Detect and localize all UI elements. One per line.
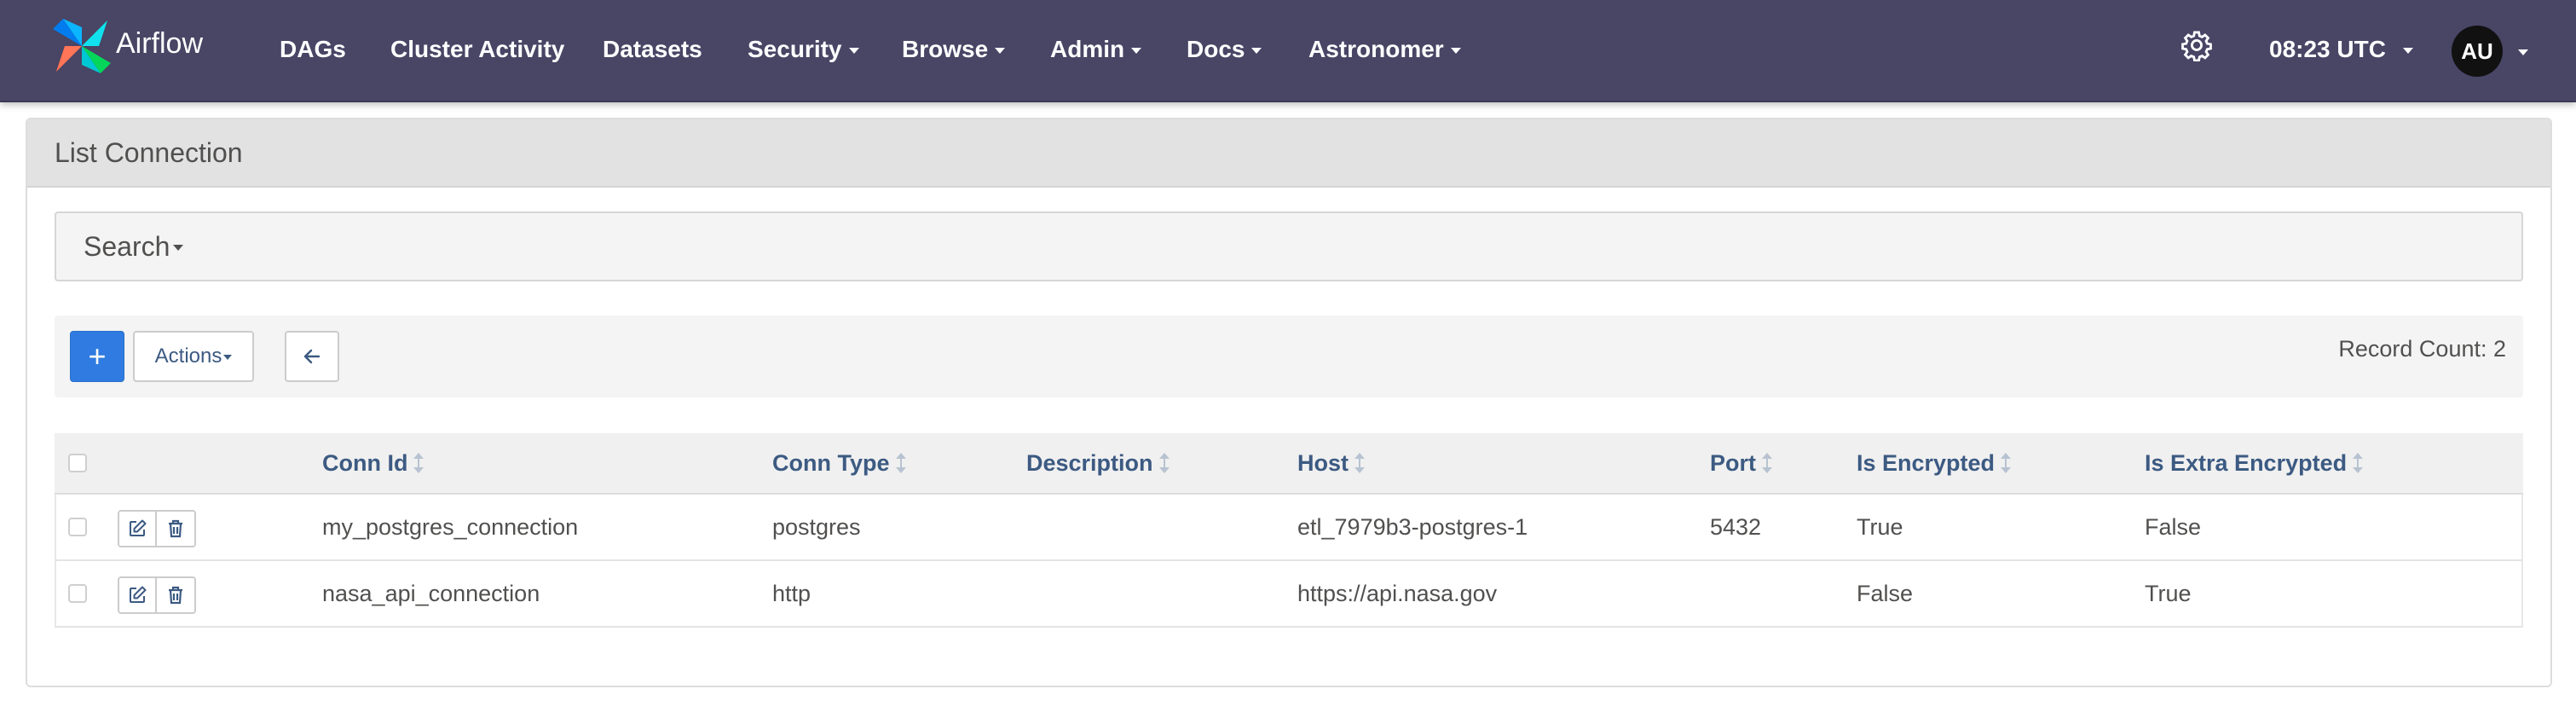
cell-host: etl_7979b3-postgres-1 bbox=[1297, 513, 1528, 540]
nav-dags[interactable]: DAGs bbox=[280, 32, 346, 67]
table-row: nasa_api_connection http https://api.nas… bbox=[55, 561, 2523, 628]
edit-icon bbox=[130, 586, 147, 603]
column-header-description[interactable]: Description bbox=[1026, 433, 1170, 493]
back-button[interactable] bbox=[285, 331, 339, 382]
nav-cluster-activity-label: Cluster Activity bbox=[390, 36, 565, 62]
nav-docs-label: Docs bbox=[1187, 36, 1245, 62]
page-title: List Connection bbox=[55, 136, 243, 168]
plus-icon: + bbox=[88, 339, 107, 373]
select-all-cell bbox=[68, 433, 87, 493]
add-record-button[interactable]: + bbox=[70, 331, 124, 382]
column-header-port[interactable]: Port bbox=[1710, 433, 1773, 493]
caret-down-icon bbox=[2402, 47, 2413, 54]
airflow-logo-icon bbox=[53, 19, 111, 73]
column-label: Conn Id bbox=[322, 449, 408, 476]
select-all-checkbox[interactable] bbox=[68, 454, 87, 472]
cell-is-encrypted: True bbox=[1857, 513, 1903, 540]
user-avatar[interactable]: AU bbox=[2452, 26, 2503, 77]
caret-down-icon bbox=[1251, 47, 1262, 54]
trash-icon bbox=[169, 519, 182, 538]
column-label: Is Encrypted bbox=[1857, 449, 1996, 476]
action-bar: + Actions Record Count: 2 bbox=[55, 316, 2523, 397]
cell-conn-id: my_postgres_connection bbox=[322, 513, 579, 540]
caret-down-icon bbox=[223, 355, 233, 360]
nav-docs-dropdown[interactable]: Docs bbox=[1187, 32, 1262, 67]
column-label: Is Extra Encrypted bbox=[2145, 449, 2348, 476]
sort-icon bbox=[1354, 453, 1365, 473]
search-panel: Search bbox=[55, 211, 2523, 281]
delete-record-button[interactable] bbox=[157, 576, 196, 614]
sort-icon bbox=[2001, 453, 2012, 473]
column-header-is-encrypted[interactable]: Is Encrypted bbox=[1857, 433, 2012, 493]
row-checkbox[interactable] bbox=[68, 584, 87, 603]
sort-icon bbox=[1158, 453, 1170, 473]
cell-conn-type: http bbox=[772, 580, 811, 606]
edit-record-button[interactable] bbox=[118, 510, 157, 547]
user-menu-caret-icon[interactable] bbox=[2518, 49, 2528, 55]
actions-label: Actions bbox=[154, 345, 222, 368]
row-select-cell bbox=[68, 495, 87, 559]
record-count: Record Count: 2 bbox=[2338, 336, 2506, 362]
cell-is-extra-encrypted: False bbox=[2145, 513, 2202, 540]
trash-icon bbox=[169, 586, 182, 605]
column-label: Conn Type bbox=[772, 449, 890, 476]
clock-time: 08:23 UTC bbox=[2269, 36, 2386, 62]
cell-host: https://api.nasa.gov bbox=[1297, 580, 1498, 606]
sort-icon bbox=[2353, 453, 2364, 473]
cell-conn-id: nasa_api_connection bbox=[322, 580, 540, 606]
arrow-left-icon bbox=[303, 349, 321, 364]
caret-down-icon bbox=[1450, 47, 1461, 54]
caret-down-icon bbox=[995, 47, 1006, 54]
brand-name: Airflow bbox=[116, 27, 204, 60]
cell-is-encrypted: False bbox=[1857, 580, 1914, 606]
nav-browse-label: Browse bbox=[902, 36, 989, 62]
row-select-cell bbox=[68, 561, 87, 626]
search-dropdown-toggle[interactable]: Search bbox=[84, 230, 184, 263]
list-connection-panel: List Connection Search + Actions Record … bbox=[26, 118, 2552, 687]
cell-port: 5432 bbox=[1710, 513, 1762, 540]
gear-icon[interactable] bbox=[2180, 29, 2213, 61]
nav-admin-dropdown[interactable]: Admin bbox=[1050, 32, 1142, 67]
nav-cluster-activity[interactable]: Cluster Activity bbox=[390, 32, 564, 67]
cell-conn-type: postgres bbox=[772, 513, 861, 540]
column-header-host[interactable]: Host bbox=[1297, 433, 1366, 493]
table-header-row: Conn Id Conn Type Description Host Port … bbox=[55, 433, 2523, 495]
timezone-dropdown[interactable]: 08:23 UTC bbox=[2269, 32, 2413, 67]
row-action-buttons bbox=[118, 510, 196, 547]
nav-astronomer-label: Astronomer bbox=[1308, 36, 1444, 62]
column-header-conn-type[interactable]: Conn Type bbox=[772, 433, 907, 493]
nav-browse-dropdown[interactable]: Browse bbox=[902, 32, 1006, 67]
nav-datasets-label: Datasets bbox=[603, 36, 702, 62]
caret-down-icon bbox=[1131, 47, 1142, 54]
column-header-conn-id[interactable]: Conn Id bbox=[322, 433, 425, 493]
cell-is-extra-encrypted: True bbox=[2145, 580, 2192, 606]
edit-record-button[interactable] bbox=[118, 576, 157, 614]
column-label: Port bbox=[1710, 449, 1756, 476]
edit-icon bbox=[130, 519, 147, 536]
actions-dropdown-button[interactable]: Actions bbox=[133, 331, 254, 382]
column-label: Description bbox=[1026, 449, 1153, 476]
column-label: Host bbox=[1297, 449, 1349, 476]
caret-down-icon bbox=[848, 47, 859, 54]
sort-icon bbox=[413, 453, 425, 473]
table-row: my_postgres_connection postgres etl_7979… bbox=[55, 495, 2523, 561]
nav-security-label: Security bbox=[748, 36, 842, 62]
sort-icon bbox=[895, 453, 906, 473]
row-checkbox[interactable] bbox=[68, 518, 87, 536]
search-label: Search bbox=[84, 230, 170, 262]
nav-datasets[interactable]: Datasets bbox=[603, 32, 702, 67]
column-header-is-extra-encrypted[interactable]: Is Extra Encrypted bbox=[2145, 433, 2364, 493]
brand-link[interactable]: Airflow bbox=[48, 12, 203, 80]
sort-icon bbox=[1762, 453, 1772, 473]
nav-security-dropdown[interactable]: Security bbox=[748, 32, 859, 67]
row-action-buttons bbox=[118, 576, 196, 614]
top-navbar: Airflow DAGs Cluster Activity Datasets S… bbox=[0, 0, 2576, 102]
delete-record-button[interactable] bbox=[157, 510, 196, 547]
nav-dags-label: DAGs bbox=[280, 36, 346, 62]
nav-admin-label: Admin bbox=[1050, 36, 1125, 62]
caret-down-icon bbox=[173, 244, 184, 251]
panel-heading: List Connection bbox=[27, 119, 2550, 188]
connections-table: Conn Id Conn Type Description Host Port … bbox=[55, 433, 2523, 628]
nav-astronomer-dropdown[interactable]: Astronomer bbox=[1308, 32, 1461, 67]
